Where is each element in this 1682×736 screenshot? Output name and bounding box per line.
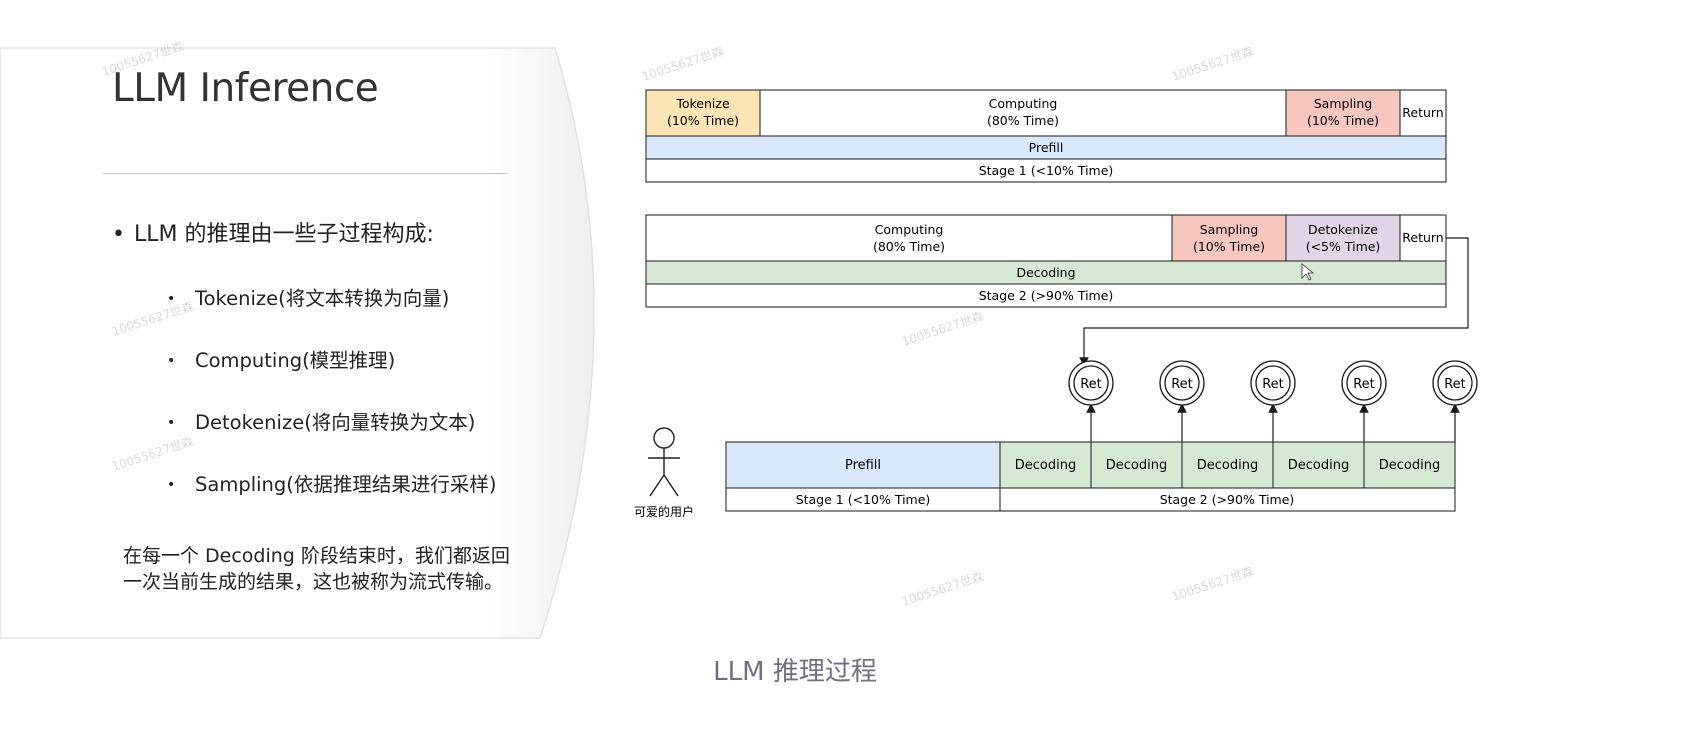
timeline-prefill-label: Prefill <box>845 458 881 473</box>
decoding-step-label: Decoding <box>1197 458 1258 473</box>
decoding-steps: Decoding Decoding Decoding Decoding Decoding <box>999 441 1456 489</box>
computing-label: Computing <box>875 222 944 237</box>
sub-item-computing: • Computing(模型推理) <box>167 349 396 372</box>
stage2-label: Stage 2 (>90% Time) <box>979 288 1114 303</box>
ret-label: Ret <box>1353 377 1375 392</box>
watermark: 10055627世森 <box>1170 564 1256 604</box>
sampling-label: Sampling <box>1200 222 1259 237</box>
user-figure-icon <box>648 427 680 497</box>
ret-label: Ret <box>1262 377 1284 392</box>
watermark: 10055627世森 <box>900 569 986 609</box>
figure-caption: LLM 推理过程 <box>713 657 877 687</box>
return-label: Return <box>1402 105 1443 120</box>
timeline: 可爱的用户 Prefill Decoding Decoding Decoding De… <box>634 360 1478 519</box>
inference-diagram: Tokenize (10% Time) Computing (80% Time)… <box>634 89 1478 519</box>
stage1-label: Stage 1 (<10% Time) <box>979 163 1114 178</box>
sampling-time: (10% Time) <box>1193 239 1265 254</box>
return-label: Return <box>1402 230 1443 245</box>
stage2-block: Computing (80% Time) Sampling (10% Time)… <box>645 214 1447 308</box>
slide-title: LLM Inference <box>112 66 379 111</box>
decoding-label: Decoding <box>1016 265 1075 280</box>
sampling-time: (10% Time) <box>1307 113 1379 128</box>
timeline-stage1-label: Stage 1 (<10% Time) <box>796 492 931 507</box>
detokenize-time: (<5% Time) <box>1306 239 1381 254</box>
ret-label: Ret <box>1171 377 1193 392</box>
streaming-note: 在每一个 Decoding 阶段结束时，我们都返回一次当前生成的结果，这也被称为… <box>123 545 510 593</box>
main-bullet: • LLM 的推理由一些子过程构成: <box>112 216 434 248</box>
bullet-dot: • <box>112 222 125 247</box>
sub-item-detokenize: • Detokenize(将向量转换为文本) <box>167 411 476 434</box>
timeline-stage2-label: Stage 2 (>90% Time) <box>1160 492 1295 507</box>
ret-label: Ret <box>1080 377 1102 392</box>
slide: LLM Inference • LLM 的推理由一些子过程构成: • Tokeniz… <box>0 0 1682 736</box>
decoding-step-label: Decoding <box>1379 458 1440 473</box>
left-panel: LLM Inference • LLM 的推理由一些子过程构成: • Tokeniz… <box>0 0 620 640</box>
sampling-label: Sampling <box>1314 96 1373 111</box>
detokenize-label: Detokenize <box>1308 222 1378 237</box>
stage1-block: Tokenize (10% Time) Computing (80% Time)… <box>645 89 1447 183</box>
prefill-label: Prefill <box>1029 140 1064 155</box>
sub-item-tokenize: • Tokenize(将文本转换为向量) <box>167 287 450 310</box>
computing-label: Computing <box>989 96 1058 111</box>
ret-label: Ret <box>1444 377 1466 392</box>
tokenize-label: Tokenize <box>675 96 730 111</box>
ret-nodes: Ret Ret Ret Ret Ret <box>1068 360 1478 442</box>
user-label: 可爱的用户 <box>634 504 694 519</box>
decoding-step-label: Decoding <box>1106 458 1167 473</box>
decoding-step-label: Decoding <box>1015 458 1076 473</box>
computing-time: (80% Time) <box>987 113 1059 128</box>
decoding-step-label: Decoding <box>1288 458 1349 473</box>
title-divider <box>103 173 508 174</box>
computing-time: (80% Time) <box>873 239 945 254</box>
main-bullet-text: LLM 的推理由一些子过程构成: <box>134 222 434 247</box>
sub-item-sampling: • Sampling(依据推理结果进行采样) <box>167 473 497 496</box>
tokenize-time: (10% Time) <box>667 113 739 128</box>
